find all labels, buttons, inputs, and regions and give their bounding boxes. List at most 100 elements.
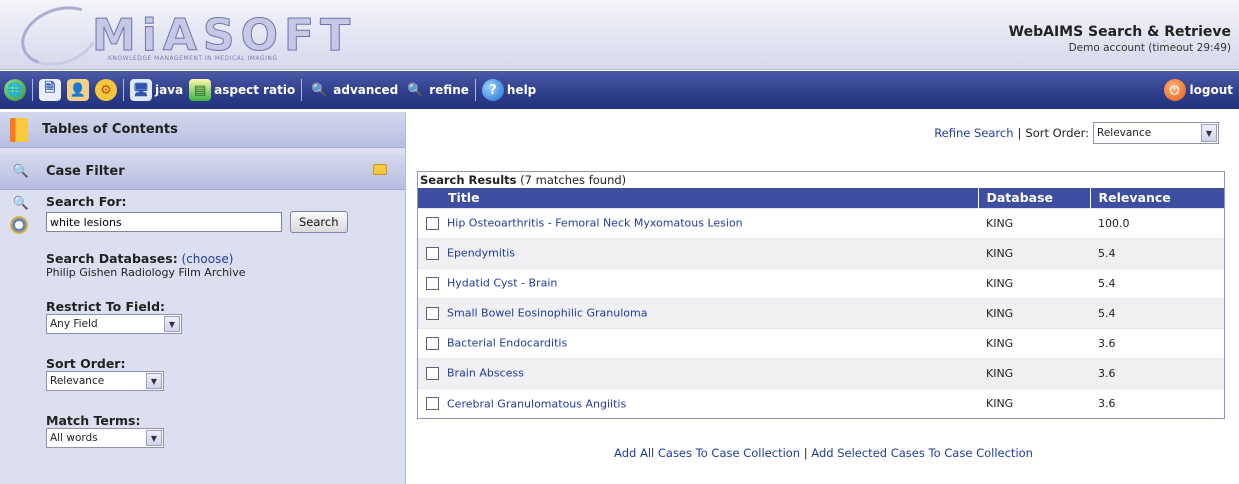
case-title-link[interactable]: Ependymitis (447, 247, 515, 260)
search-results-panel: Search Results (7 matches found) Title D… (417, 171, 1225, 419)
column-header-database[interactable]: Database (977, 188, 1090, 208)
table-row: Small Bowel Eosinophilic Granuloma KING 5.… (418, 297, 1224, 328)
logout-button[interactable]: ⏻ logout (1163, 79, 1233, 101)
row-checkbox[interactable] (426, 216, 439, 230)
results-sort-select[interactable]: Relevance ▼ (1093, 122, 1219, 144)
relevance-cell: 3.6 (1090, 327, 1224, 358)
restrict-label: Restrict To Field: (46, 299, 166, 314)
case-filter-header[interactable]: 🔍 Case Filter (0, 154, 405, 190)
refine-button[interactable]: 🔍 refine (404, 79, 469, 101)
restrict-field-select[interactable]: Any Field ▼ (46, 314, 182, 334)
settings-button[interactable]: ⚙ (95, 79, 117, 101)
aspect-ratio-button[interactable]: ▤ aspect ratio (189, 79, 295, 101)
restrict-block: Restrict To Field: Any Field ▼ (46, 299, 405, 334)
case-title-link[interactable]: Hip Osteoarthritis - Femoral Neck Myxoma… (447, 217, 743, 230)
separator: | (803, 446, 808, 460)
sort-block: Sort Order: Relevance ▼ (46, 356, 405, 391)
refine-label: refine (429, 83, 469, 97)
case-title-link[interactable]: Small Bowel Eosinophilic Granuloma (447, 307, 647, 320)
chevron-down-icon: ▼ (146, 373, 162, 389)
chevron-down-icon: ▼ (164, 316, 180, 332)
person-icon: 👤 (67, 79, 89, 101)
database-cell: KING (978, 267, 1090, 298)
clock-icon[interactable] (10, 216, 28, 234)
help-label: help (506, 83, 537, 97)
results-sort-value: Relevance (1097, 127, 1152, 139)
databases-value: Philip Gishen Radiology Film Archive (46, 266, 246, 279)
title-cell: Ependymitis (418, 237, 978, 268)
case-title-link[interactable]: Hydatid Cyst - Brain (447, 277, 557, 290)
title-cell: Cerebral Granulomatous Angiitis (418, 387, 978, 418)
database-cell: KING (978, 297, 1090, 328)
app-header: MiASOFT KNOWLEDGE MANAGEMENT IN MEDICAL … (0, 0, 1239, 76)
sort-order-value: Relevance (50, 375, 105, 387)
add-selected-cases-link[interactable]: Add Selected Cases To Case Collection (811, 446, 1033, 460)
gear-icon: ⚙ (95, 79, 117, 101)
search-button[interactable]: Search (290, 211, 348, 233)
table-row: Bacterial Endocarditis KING 3.6 (418, 327, 1224, 358)
relevance-cell: 5.4 (1090, 267, 1224, 298)
table-header-row: Title Database Relevance (418, 188, 1224, 208)
column-header-title[interactable]: Title (418, 188, 978, 208)
logo-tagline: KNOWLEDGE MANAGEMENT IN MEDICAL IMAGING (108, 55, 278, 62)
table-row: Brain Abscess KING 3.6 (418, 357, 1224, 388)
row-checkbox[interactable] (426, 306, 439, 320)
help-button[interactable]: ? help (481, 79, 537, 101)
match-terms-value: All words (50, 432, 98, 444)
case-filter-title: Case Filter (46, 164, 125, 179)
chevron-down-icon: ▼ (1201, 124, 1217, 142)
person-button[interactable]: 👤 (67, 79, 89, 101)
column-header-relevance[interactable]: Relevance (1089, 188, 1224, 208)
database-cell: KING (978, 327, 1090, 358)
row-checkbox[interactable] (426, 276, 439, 290)
folder-icon[interactable] (373, 164, 387, 175)
match-terms-label: Match Terms: (46, 413, 141, 428)
help-icon: ? (481, 79, 504, 101)
row-checkbox[interactable] (426, 246, 439, 260)
case-title-link[interactable]: Bacterial Endocarditis (447, 337, 567, 350)
title-cell: Bacterial Endocarditis (418, 327, 978, 358)
restrict-field-value: Any Field (50, 318, 98, 330)
magnifier-icon: 🔍 (407, 82, 424, 98)
title-cell: Brain Abscess (418, 357, 978, 388)
table-row: Hip Osteoarthritis - Femoral Neck Myxoma… (418, 207, 1224, 238)
account-status: Demo account (timeout 29:49) (1068, 42, 1231, 54)
case-title-link[interactable]: Brain Abscess (447, 367, 524, 380)
table-row: Ependymitis KING 5.4 (418, 237, 1224, 268)
magnifier-icon[interactable]: 🔍 (10, 192, 32, 214)
logo-text: MiASOFT (91, 10, 357, 62)
toolbar-divider (123, 79, 124, 101)
miasoft-logo: MiASOFT KNOWLEDGE MANAGEMENT IN MEDICAL … (12, 0, 351, 76)
results-heading: Search Results (7 matches found) (418, 172, 1224, 188)
sort-order-label: Sort Order: (1025, 126, 1089, 140)
refine-search-link[interactable]: Refine Search (934, 126, 1013, 140)
case-title-link[interactable]: Cerebral Granulomatous Angiitis (447, 397, 626, 410)
add-all-cases-link[interactable]: Add All Cases To Case Collection (614, 446, 800, 460)
document-icon: 🗎 (39, 79, 61, 101)
search-row: Search (46, 211, 405, 233)
toolbar-divider (474, 79, 476, 101)
sort-order-select[interactable]: Relevance ▼ (46, 371, 164, 391)
main-toolbar: 🌐 🗎 👤 ⚙ 🖥 java ▤ aspect ratio 🔍 advanced 🔍 r… (0, 71, 1239, 109)
power-icon: ⏻ (1163, 79, 1186, 101)
magnifier-icon: 🔍 (311, 82, 328, 98)
toolbar-divider (32, 79, 33, 101)
choose-databases-link[interactable]: (choose) (182, 252, 234, 266)
databases-block: Search Databases: (choose) Philip Gishen… (46, 251, 405, 279)
relevance-cell: 5.4 (1090, 237, 1224, 268)
row-checkbox[interactable] (426, 336, 439, 350)
advanced-button[interactable]: 🔍 advanced (308, 79, 398, 101)
match-block: Match Terms: All words ▼ (46, 413, 405, 448)
title-cell: Small Bowel Eosinophilic Granuloma (418, 297, 978, 328)
title-cell: Hydatid Cyst - Brain (418, 267, 978, 298)
row-checkbox[interactable] (426, 366, 439, 380)
row-checkbox[interactable] (426, 397, 439, 410)
java-button[interactable]: 🖥 java (130, 79, 183, 101)
home-button[interactable]: 🌐 (4, 79, 26, 101)
results-table: Title Database Relevance Hip Osteoarthri… (418, 188, 1224, 418)
search-input[interactable] (46, 212, 282, 232)
relevance-cell: 100.0 (1090, 207, 1224, 238)
toc-panel-header[interactable]: Tables of Contents (0, 112, 405, 148)
match-terms-select[interactable]: All words ▼ (46, 428, 164, 448)
document-button[interactable]: 🗎 (39, 79, 61, 101)
